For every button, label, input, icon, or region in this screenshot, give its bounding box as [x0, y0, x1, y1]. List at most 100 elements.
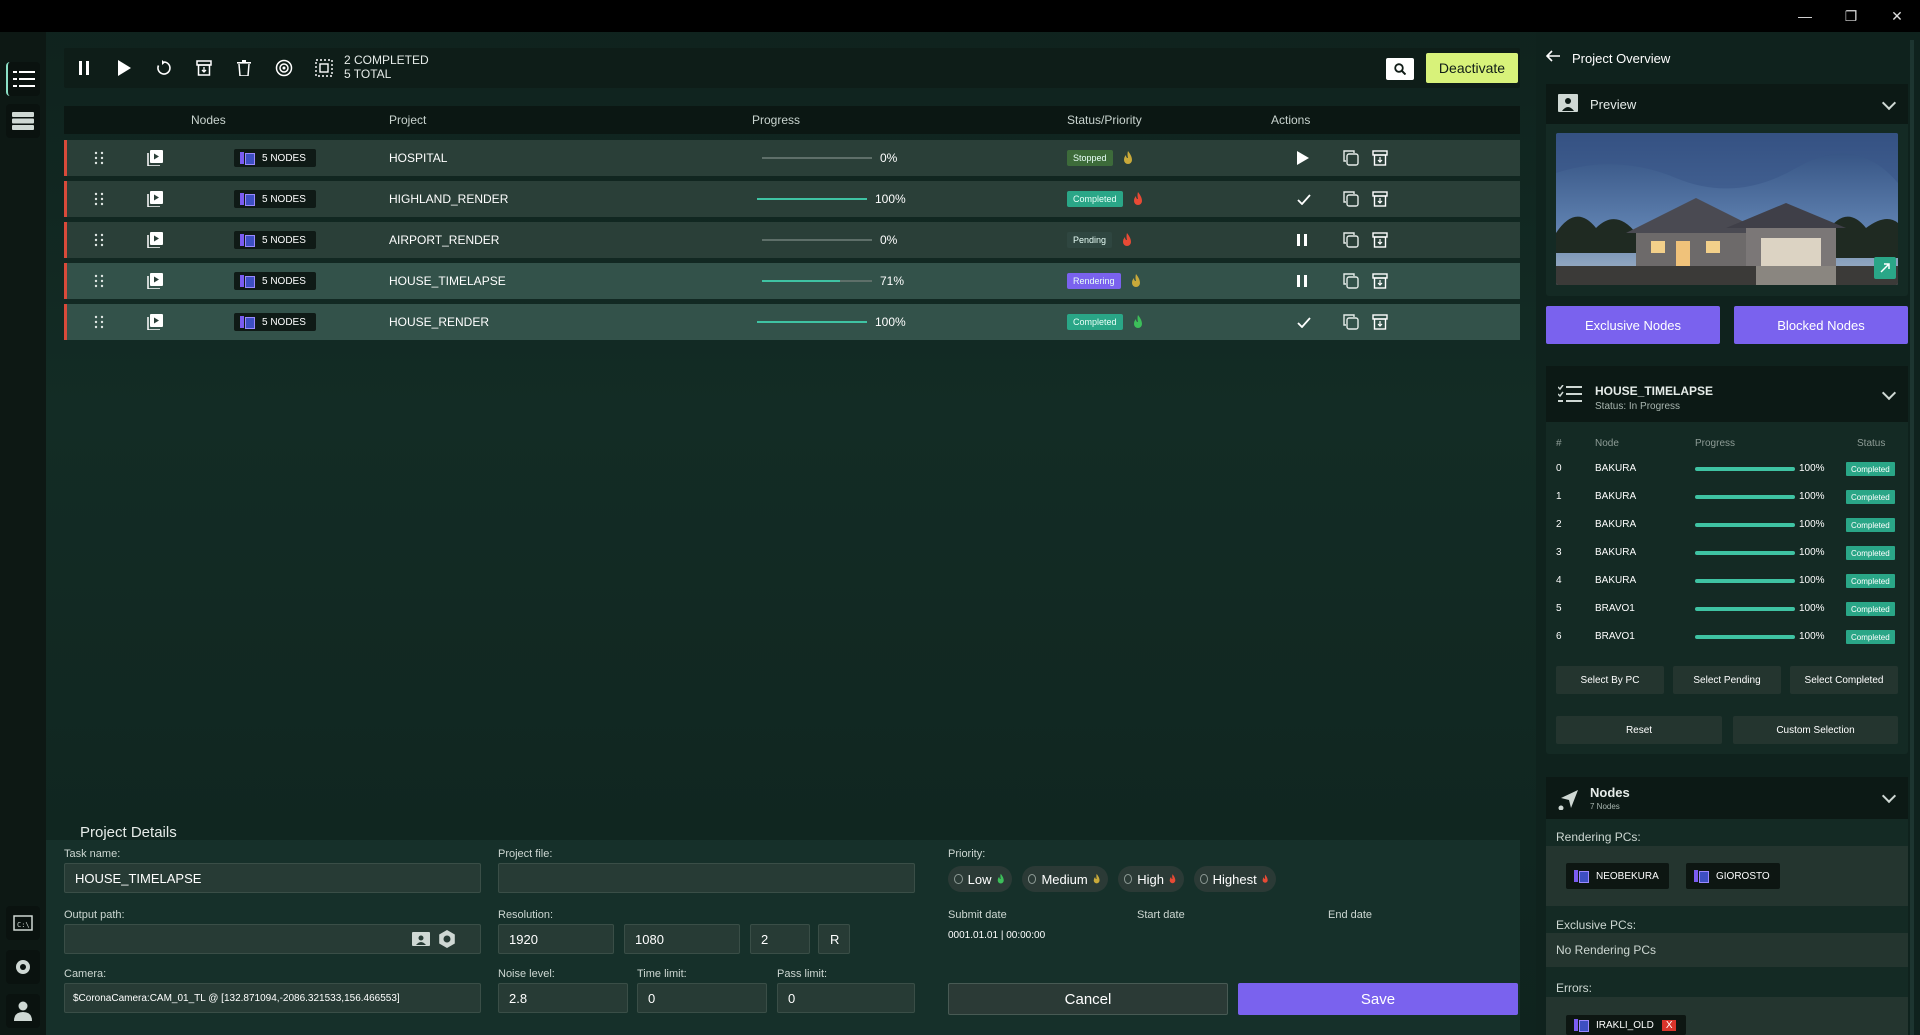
drag-handle-icon[interactable]	[94, 181, 104, 217]
remove-error-button[interactable]: X	[1661, 1019, 1677, 1031]
project-file-input[interactable]	[498, 863, 915, 893]
select-completed-button[interactable]: Select Completed	[1790, 666, 1898, 694]
rendering-pc-chip[interactable]: GIOROSTO	[1686, 863, 1780, 889]
exclusive-nodes-button[interactable]: Exclusive Nodes	[1546, 306, 1720, 344]
task-header[interactable]: HOUSE_TIMELAPSE Status: In Progress	[1546, 366, 1908, 422]
settings-icon[interactable]	[6, 950, 40, 984]
duplicate-icon[interactable]	[1343, 140, 1359, 176]
error-pc-chip[interactable]: IRAKLI_OLD X	[1566, 1015, 1687, 1035]
node-row[interactable]: 1 BAKURA 100% Completed	[1556, 483, 1900, 511]
table-row[interactable]: 5 NODES HOUSE_TIMELAPSE 71% Rendering	[64, 263, 1520, 299]
play-icon[interactable]	[1297, 140, 1309, 176]
archive-icon[interactable]	[1372, 304, 1388, 340]
archive-icon[interactable]	[192, 56, 216, 80]
user-icon[interactable]	[6, 994, 40, 1028]
rendering-pc-chip[interactable]: NEOBEKURA	[1566, 863, 1669, 889]
select-pending-button[interactable]: Select Pending	[1673, 666, 1781, 694]
check-icon[interactable]	[1297, 304, 1311, 340]
duplicate-icon[interactable]	[1343, 222, 1359, 258]
resolution-height-input[interactable]: 1080	[624, 924, 740, 954]
preview-video-icon[interactable]	[147, 263, 163, 299]
archive-icon[interactable]	[1372, 263, 1388, 299]
pause-icon[interactable]	[1297, 263, 1307, 299]
search-button[interactable]	[1386, 58, 1414, 80]
pc-chip-icon	[1574, 870, 1589, 883]
resolution-width-input[interactable]: 1920	[498, 924, 614, 954]
node-status-badge: Completed	[1846, 518, 1895, 532]
custom-selection-button[interactable]: Custom Selection	[1733, 716, 1898, 744]
folder-icon[interactable]	[412, 932, 430, 949]
duplicate-icon[interactable]	[1343, 304, 1359, 340]
archive-icon[interactable]	[1372, 181, 1388, 217]
priority-high-radio[interactable]: High	[1118, 866, 1184, 892]
preview-video-icon[interactable]	[147, 304, 163, 340]
task-name-input[interactable]: HOUSE_TIMELAPSE	[64, 863, 481, 893]
resolution-multiplier-input[interactable]: 2	[750, 924, 810, 954]
status-badge: Stopped	[1067, 150, 1113, 166]
time-limit-input[interactable]: 0	[637, 983, 767, 1013]
priority-highest-radio[interactable]: Highest	[1194, 866, 1276, 892]
minimize-button[interactable]: —	[1782, 0, 1828, 32]
priority-low-radio[interactable]: Low	[948, 866, 1012, 892]
select-all-icon[interactable]	[312, 56, 336, 80]
cancel-button[interactable]: Cancel	[948, 983, 1228, 1015]
pass-limit-input[interactable]: 0	[777, 983, 915, 1013]
preview-header[interactable]: Preview	[1546, 84, 1908, 124]
chevron-down-icon[interactable]	[1881, 95, 1897, 111]
save-button[interactable]: Save	[1238, 983, 1518, 1015]
noise-level-input[interactable]: 2.8	[498, 983, 628, 1013]
settings-gear-icon[interactable]	[438, 930, 456, 951]
console-icon[interactable]: C:\	[6, 906, 40, 940]
drag-handle-icon[interactable]	[94, 140, 104, 176]
blocked-nodes-button[interactable]: Blocked Nodes	[1734, 306, 1908, 344]
chevron-down-icon[interactable]	[1881, 788, 1897, 804]
preview-video-icon[interactable]	[147, 222, 163, 258]
node-row[interactable]: 5 BRAVO1 100% Completed	[1556, 595, 1900, 623]
preview-image[interactable]	[1556, 133, 1898, 285]
chevron-down-icon[interactable]	[1881, 385, 1897, 401]
table-row[interactable]: 5 NODES HIGHLAND_RENDER 100% Completed	[64, 181, 1520, 217]
node-row[interactable]: 0 BAKURA 100% Completed	[1556, 455, 1900, 483]
node-status-badge: Completed	[1846, 630, 1895, 644]
pause-all-icon[interactable]	[72, 56, 96, 80]
duplicate-icon[interactable]	[1343, 263, 1359, 299]
nodes-count: 5 NODES	[262, 234, 306, 246]
play-all-icon[interactable]	[112, 56, 136, 80]
target-icon[interactable]	[272, 56, 296, 80]
node-row[interactable]: 6 BRAVO1 100% Completed	[1556, 623, 1900, 651]
maximize-button[interactable]: ❐	[1828, 0, 1874, 32]
resolution-reset-button[interactable]: R	[818, 924, 850, 954]
panel-title: Project Overview	[1572, 51, 1671, 66]
server-list-icon[interactable]	[6, 104, 40, 138]
select-by-pc-button[interactable]: Select By PC	[1556, 666, 1664, 694]
archive-icon[interactable]	[1372, 140, 1388, 176]
progress-bar	[762, 280, 872, 282]
node-row[interactable]: 4 BAKURA 100% Completed	[1556, 567, 1900, 595]
close-button[interactable]: ✕	[1874, 0, 1920, 32]
preview-video-icon[interactable]	[147, 181, 163, 217]
node-row[interactable]: 3 BAKURA 100% Completed	[1556, 539, 1900, 567]
priority-medium-radio[interactable]: Medium	[1022, 866, 1108, 892]
task-list-icon[interactable]	[6, 62, 40, 96]
restart-icon[interactable]	[152, 56, 176, 80]
drag-handle-icon[interactable]	[94, 222, 104, 258]
table-row[interactable]: 5 NODES HOSPITAL 0% Stopped	[64, 140, 1520, 176]
drag-handle-icon[interactable]	[94, 263, 104, 299]
panel-scrollbar[interactable]	[1910, 40, 1914, 1035]
reset-button[interactable]: Reset	[1556, 716, 1722, 744]
archive-icon[interactable]	[1372, 222, 1388, 258]
drag-handle-icon[interactable]	[94, 304, 104, 340]
node-row[interactable]: 2 BAKURA 100% Completed	[1556, 511, 1900, 539]
camera-input[interactable]: $CoronaCamera:CAM_01_TL @ [132.871094,-2…	[64, 983, 481, 1013]
preview-video-icon[interactable]	[147, 140, 163, 176]
check-icon[interactable]	[1297, 181, 1311, 217]
project-name: HOSPITAL	[389, 151, 448, 165]
table-row[interactable]: 5 NODES AIRPORT_RENDER 0% Pending	[64, 222, 1520, 258]
back-arrow-icon[interactable]	[1545, 50, 1560, 65]
trash-icon[interactable]	[232, 56, 256, 80]
table-row[interactable]: 5 NODES HOUSE_RENDER 100% Completed	[64, 304, 1520, 340]
pause-icon[interactable]	[1297, 222, 1307, 258]
duplicate-icon[interactable]	[1343, 181, 1359, 217]
deactivate-button[interactable]: Deactivate	[1426, 53, 1518, 83]
nodes-header[interactable]: Nodes 7 Nodes	[1546, 777, 1908, 819]
